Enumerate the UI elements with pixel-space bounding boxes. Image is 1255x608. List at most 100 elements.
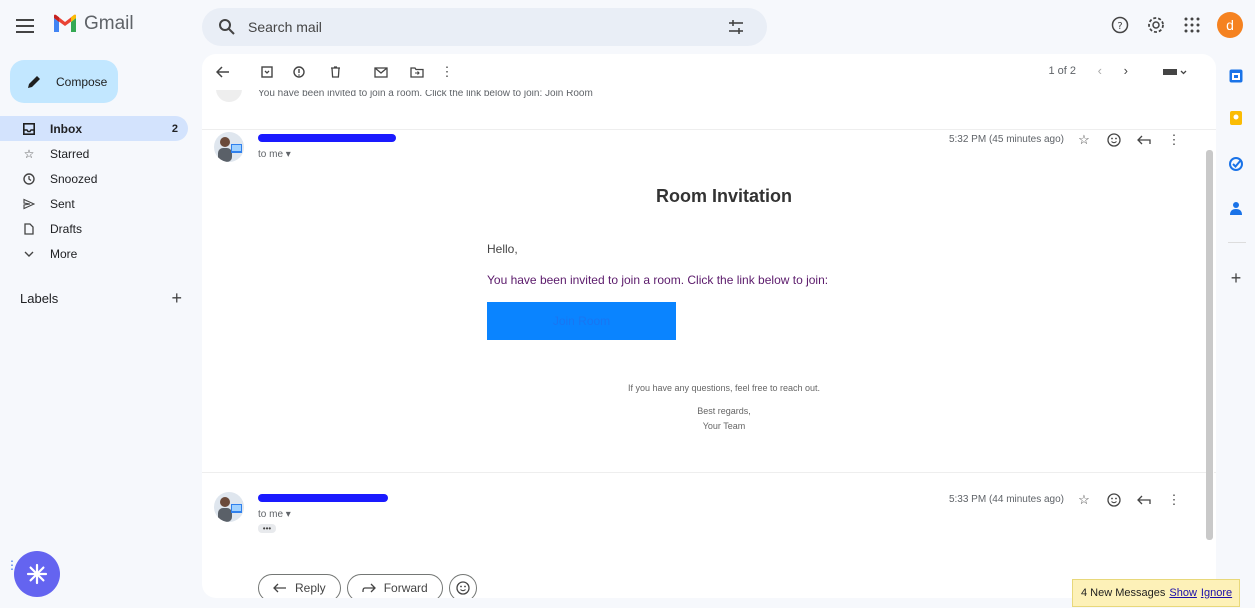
newer-chevron-icon[interactable]: ‹ [1098, 63, 1102, 78]
forward-icon [362, 583, 376, 593]
sidebar-item-snoozed[interactable]: Snoozed [0, 166, 190, 191]
sidebar-item-label: Drafts [50, 221, 83, 236]
sidebar-item-label: Inbox [50, 121, 82, 136]
assistant-fab[interactable] [14, 551, 60, 597]
tasks-icon[interactable] [1228, 156, 1244, 172]
draft-icon [22, 222, 36, 236]
sparkle-icon [26, 563, 48, 585]
reply-bar: Reply Forward [258, 574, 477, 598]
svg-text:?: ? [1117, 21, 1122, 32]
app-title: Gmail [84, 13, 134, 34]
clock-icon [22, 172, 36, 186]
main-menu-icon[interactable] [14, 14, 36, 38]
get-addons-icon[interactable]: + [1228, 268, 1244, 288]
sender-avatar[interactable] [214, 132, 244, 162]
gmail-logo[interactable]: Gmail [52, 13, 134, 35]
back-arrow-icon[interactable] [214, 63, 232, 81]
recipient-toggle[interactable]: to me ▾ [258, 149, 291, 160]
contacts-icon[interactable] [1228, 200, 1244, 216]
message-timestamp: 5:32 PM (45 minutes ago) [948, 134, 1064, 145]
search-bar[interactable] [202, 8, 767, 46]
move-to-icon[interactable] [408, 63, 426, 81]
more-vert-icon[interactable]: ⋮ [1166, 132, 1182, 148]
message-timestamp: 5:33 PM (44 minutes ago) [948, 494, 1064, 505]
keep-icon[interactable] [1228, 110, 1244, 126]
notification-ignore-link[interactable]: Ignore [1201, 587, 1232, 599]
more-vert-icon[interactable]: ⋮ [438, 63, 456, 81]
pager-text: 1 of 2 [1048, 65, 1076, 77]
sidebar-nav: Inbox 2 ☆ Starred Snoozed Sent Drafts Mo… [0, 116, 190, 266]
search-icon[interactable] [218, 18, 236, 36]
delete-icon[interactable] [326, 63, 344, 81]
forward-label: Forward [383, 581, 428, 595]
settings-icon[interactable] [1145, 14, 1167, 36]
compose-label: Compose [56, 74, 108, 89]
recipient-label: to me [258, 509, 284, 520]
reply-icon[interactable] [1136, 132, 1152, 148]
message-toolbar: ⋮ 1 of 2 ‹ › [202, 54, 1216, 90]
show-trimmed-content-button[interactable]: ••• [258, 524, 276, 533]
notification-show-link[interactable]: Show [1169, 587, 1197, 599]
emoji-react-button[interactable] [448, 574, 477, 598]
emoji-reaction-icon[interactable] [1106, 492, 1122, 508]
scrollbar-thumb[interactable] [1206, 150, 1213, 540]
more-vert-icon[interactable]: ⋮ [1166, 492, 1182, 508]
sidebar-item-sent[interactable]: Sent [0, 191, 190, 216]
chevron-down-icon [22, 247, 36, 261]
recipient-label: to me [258, 149, 284, 160]
reply-button[interactable]: Reply [258, 574, 341, 598]
email-greeting: Hello, [487, 242, 518, 256]
sidebar-item-inbox[interactable]: Inbox 2 [0, 116, 188, 141]
older-chevron-icon[interactable]: › [1124, 63, 1128, 78]
email-title: Room Invitation [656, 186, 792, 206]
send-icon [22, 197, 36, 211]
sidebar-item-starred[interactable]: ☆ Starred [0, 141, 190, 166]
join-room-label: Join Room [552, 314, 611, 328]
emoji-icon [456, 581, 470, 595]
sidebar-item-more[interactable]: More [0, 241, 190, 266]
reply-icon[interactable] [1136, 492, 1152, 508]
star-icon: ☆ [23, 146, 35, 161]
star-icon[interactable]: ☆ [1076, 492, 1092, 508]
search-options-icon[interactable] [727, 18, 745, 36]
sidebar-item-label: More [50, 246, 78, 261]
star-icon[interactable]: ☆ [1076, 132, 1092, 148]
help-icon[interactable]: ? [1109, 14, 1131, 36]
inbox-icon [22, 122, 36, 136]
inbox-count: 2 [171, 122, 178, 135]
search-input[interactable] [248, 19, 708, 35]
sidebar-item-drafts[interactable]: Drafts [0, 216, 190, 241]
sidebar-item-label: Snoozed [50, 171, 98, 186]
join-room-button[interactable]: Join Room [487, 302, 676, 340]
apps-grid-icon[interactable] [1181, 14, 1203, 36]
new-messages-notification: 4 New Messages Show Ignore [1072, 579, 1240, 607]
sender-name-redacted [258, 494, 388, 502]
mark-unread-icon[interactable] [372, 63, 390, 81]
reply-label: Reply [295, 581, 326, 595]
calendar-icon[interactable] [1228, 68, 1244, 84]
sender-name-redacted [258, 134, 396, 142]
report-spam-icon[interactable] [290, 63, 308, 81]
email-signature: Your Team [702, 421, 746, 431]
archive-icon[interactable] [258, 63, 276, 81]
emoji-reaction-icon[interactable] [1106, 132, 1122, 148]
recipient-toggle[interactable]: to me ▾ [258, 509, 291, 520]
forward-button[interactable]: Forward [346, 574, 443, 598]
sidebar-item-label: Sent [50, 196, 75, 211]
account-avatar[interactable]: d [1217, 12, 1243, 38]
add-label-icon[interactable]: + [171, 288, 182, 309]
sidebar-item-label: Starred [50, 146, 90, 161]
input-tools-icon[interactable] [1160, 63, 1190, 81]
top-bar: Gmail ? d [0, 0, 1255, 52]
collapsed-message[interactable]: You have been invited to join a room. Cl… [202, 90, 1216, 130]
email-body: You have been invited to join a room. Cl… [487, 273, 829, 287]
labels-heading: Labels [20, 291, 59, 306]
message-panel: ⋮ 1 of 2 ‹ › You have been invited to jo… [202, 54, 1216, 598]
compose-button[interactable]: Compose [10, 60, 118, 103]
reply-icon [273, 583, 286, 593]
gmail-m-icon [54, 14, 76, 32]
email-questions: If you have any questions, feel free to … [627, 383, 821, 393]
sender-avatar[interactable] [214, 492, 244, 522]
message-snippet: You have been invited to join a room. Cl… [258, 90, 593, 99]
email-regards: Best regards, [697, 406, 751, 416]
